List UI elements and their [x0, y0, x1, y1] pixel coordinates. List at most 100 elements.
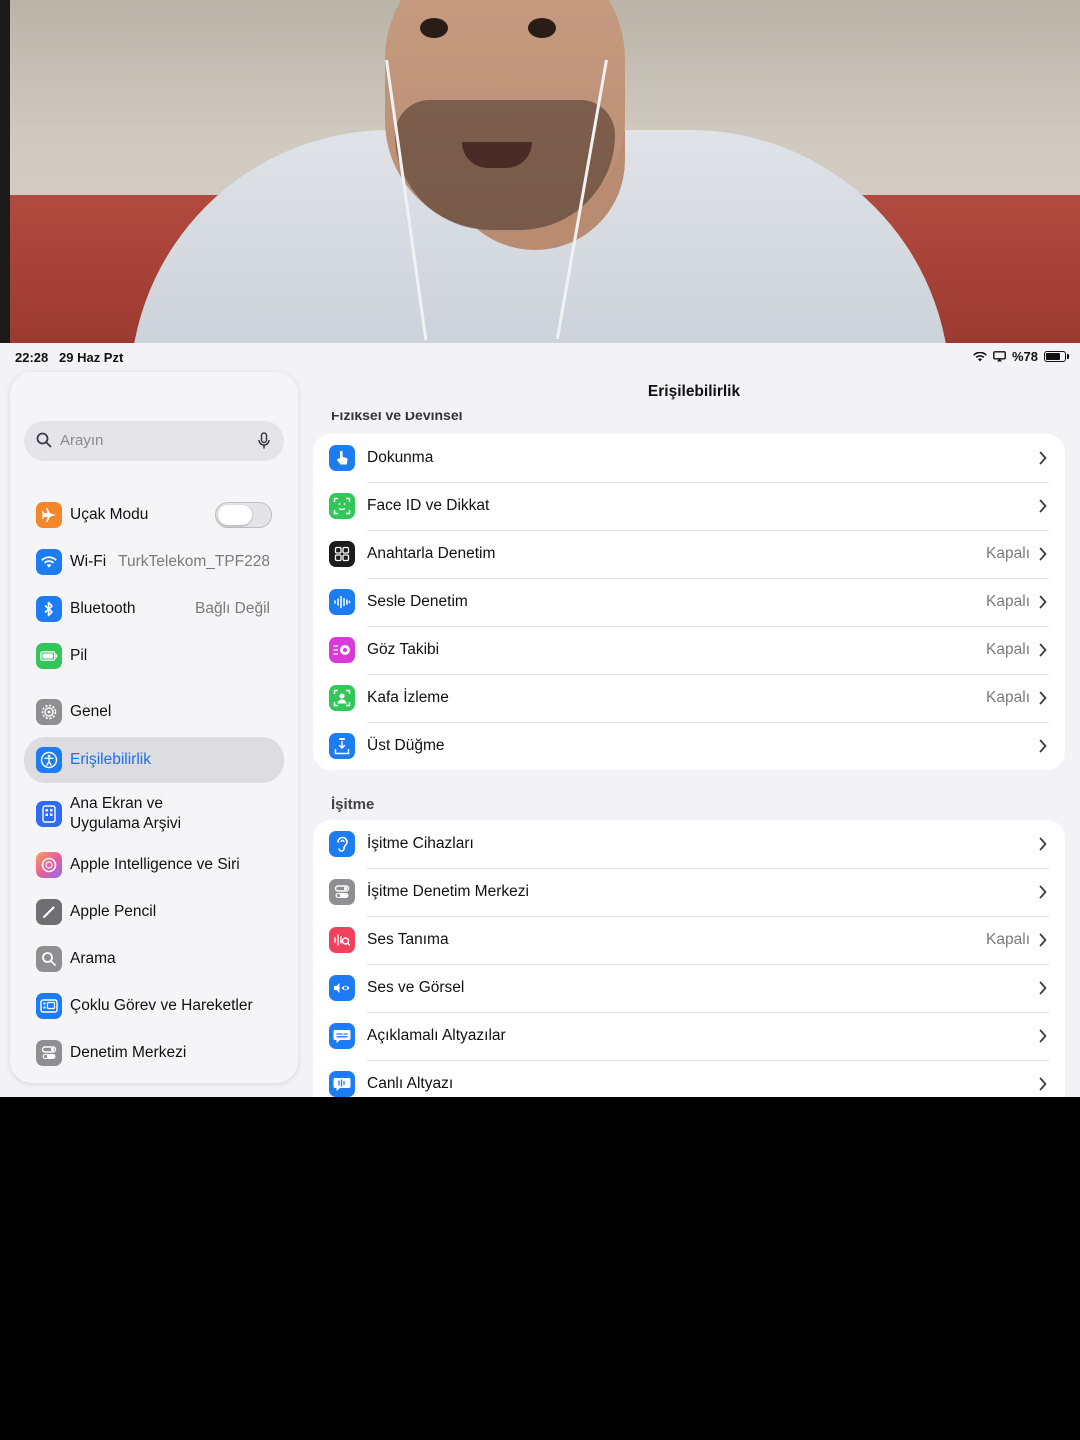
airplane-icon: [36, 502, 62, 528]
touch-icon: [329, 445, 355, 471]
row-touch[interactable]: Dokunma: [313, 434, 1065, 482]
sidebar: Arayın Uçak Modu Wi-Fi TurkTelekom_TPF22…: [10, 372, 298, 1083]
sidebar-item-label: Uçak Modu: [70, 506, 149, 523]
bluetooth-icon: [36, 596, 62, 622]
row-label: Dokunma: [367, 449, 434, 466]
row-eye-tracking[interactable]: Göz Takibi Kapalı: [313, 626, 1065, 674]
subtitles-icon: [329, 1023, 355, 1049]
sidebar-item-label: Bluetooth: [70, 600, 136, 617]
sidebar-item-label: Apple Pencil: [70, 903, 157, 920]
row-label: Sesle Denetim: [367, 593, 468, 610]
row-value: Kapalı: [986, 545, 1030, 562]
row-label: Anahtarla Denetim: [367, 545, 496, 562]
wifi-icon: [36, 549, 62, 575]
sidebar-item-label-line2: Uygulama Arşivi: [70, 815, 182, 832]
chevron-right-icon: [1039, 1077, 1047, 1091]
row-face-id[interactable]: Face ID ve Dikkat: [313, 482, 1065, 530]
audio-visual-icon: [329, 975, 355, 1001]
gear-icon: [36, 699, 62, 725]
row-hearing-devices[interactable]: İşitme Cihazları: [313, 820, 1065, 868]
row-top-button[interactable]: Üst Düğme: [313, 722, 1065, 770]
bluetooth-status: Bağlı Değil: [195, 600, 270, 617]
row-label: Açıklamalı Altyazılar: [367, 1027, 506, 1044]
sidebar-item-multitasking[interactable]: Çoklu Görev ve Hareketler: [24, 984, 284, 1028]
row-sound-recognition[interactable]: Ses Tanıma Kapalı: [313, 916, 1065, 964]
sidebar-item-control-center[interactable]: Denetim Merkezi: [24, 1031, 284, 1075]
sidebar-item-apple-intelligence[interactable]: Apple Intelligence ve Siri: [24, 843, 284, 887]
screen-mirroring-icon: [993, 351, 1006, 362]
microphone-icon[interactable]: [258, 432, 270, 450]
row-voice-control[interactable]: Sesle Denetim Kapalı: [313, 578, 1065, 626]
row-live-captions[interactable]: Canlı Altyazı: [313, 1060, 1065, 1097]
section-header-hearing: İşitme: [331, 796, 375, 813]
sidebar-item-label: Çoklu Görev ve Hareketler: [70, 997, 253, 1014]
search-icon: [36, 432, 52, 448]
status-time: 22:28: [15, 350, 49, 365]
sidebar-item-apple-pencil[interactable]: Apple Pencil: [24, 890, 284, 934]
sidebar-item-accessibility[interactable]: Erişilebilirlik: [24, 737, 284, 783]
home-screen-icon: [36, 801, 62, 827]
live-captions-icon: [329, 1071, 355, 1097]
sidebar-item-label: Erişilebilirlik: [70, 751, 151, 768]
hearing-group: İşitme Cihazları İşitme Denetim Merkezi …: [313, 820, 1065, 1097]
switch-control-icon: [329, 541, 355, 567]
row-label: Göz Takibi: [367, 641, 440, 658]
sidebar-item-general[interactable]: Genel: [24, 690, 284, 734]
sidebar-item-airplane-mode[interactable]: Uçak Modu: [24, 493, 284, 537]
row-head-tracking[interactable]: Kafa İzleme Kapalı: [313, 674, 1065, 722]
ipad-screen: 22:28 29 Haz Pzt %78 Arayın Uçak Modu Wi…: [0, 343, 1080, 1097]
status-date: 29 Haz Pzt: [59, 350, 124, 365]
sidebar-item-label: Ana Ekran ve: [70, 795, 164, 812]
sidebar-item-label: Genel: [70, 703, 112, 720]
voice-control-icon: [329, 589, 355, 615]
webcam-overlay: [0, 0, 1080, 343]
sidebar-item-label: Denetim Merkezi: [70, 1044, 187, 1061]
row-hearing-control-center[interactable]: İşitme Denetim Merkezi: [313, 868, 1065, 916]
section-header-physical: Fiziksel ve Devinsel: [331, 412, 463, 423]
chevron-right-icon: [1039, 451, 1047, 465]
row-label: Face ID ve Dikkat: [367, 497, 490, 514]
search-field[interactable]: Arayın: [24, 421, 284, 461]
head-tracking-icon: [329, 685, 355, 711]
row-label: İşitme Denetim Merkezi: [367, 883, 529, 900]
row-value: Kapalı: [986, 689, 1030, 706]
row-label: Üst Düğme: [367, 737, 445, 754]
battery-icon: [1044, 351, 1069, 362]
ear-icon: [329, 831, 355, 857]
sound-recognition-icon: [329, 927, 355, 953]
sidebar-item-label: Pil: [70, 647, 88, 664]
eye-tracking-icon: [329, 637, 355, 663]
row-switch-control[interactable]: Anahtarla Denetim Kapalı: [313, 530, 1065, 578]
row-label: Kafa İzleme: [367, 689, 449, 706]
row-label: Canlı Altyazı: [367, 1075, 454, 1092]
sidebar-item-wifi[interactable]: Wi-Fi TurkTelekom_TPF228: [24, 540, 284, 584]
chevron-right-icon: [1039, 643, 1047, 657]
sidebar-item-search[interactable]: Arama: [24, 937, 284, 981]
battery-icon: [36, 643, 62, 669]
row-value: Kapalı: [986, 593, 1030, 610]
sidebar-item-label: Arama: [70, 950, 116, 967]
control-center-icon: [36, 1040, 62, 1066]
row-value: Kapalı: [986, 641, 1030, 658]
airplane-mode-toggle[interactable]: [215, 502, 272, 528]
chevron-right-icon: [1039, 499, 1047, 513]
chevron-right-icon: [1039, 1029, 1047, 1043]
physical-motor-group: Dokunma Face ID ve Dikkat Anahtarla Dene…: [313, 434, 1065, 770]
chevron-right-icon: [1039, 837, 1047, 851]
sidebar-item-bluetooth[interactable]: Bluetooth Bağlı Değil: [24, 587, 284, 631]
row-value: Kapalı: [986, 931, 1030, 948]
sidebar-item-battery[interactable]: Pil: [24, 634, 284, 678]
row-subtitles[interactable]: Açıklamalı Altyazılar: [313, 1012, 1065, 1060]
chevron-right-icon: [1039, 595, 1047, 609]
hearing-control-icon: [329, 879, 355, 905]
chevron-right-icon: [1039, 547, 1047, 561]
siri-icon: [36, 852, 62, 878]
sidebar-item-label: Wi-Fi: [70, 553, 107, 570]
status-bar: 22:28 29 Haz Pzt %78: [0, 343, 1080, 371]
row-label: Ses ve Görsel: [367, 979, 465, 996]
battery-percent: %78: [1011, 349, 1038, 364]
row-audio-visual[interactable]: Ses ve Görsel: [313, 964, 1065, 1012]
wifi-status-icon: [973, 351, 987, 361]
chevron-right-icon: [1039, 933, 1047, 947]
sidebar-item-home-screen[interactable]: Ana Ekran ve Uygulama Arşivi: [24, 790, 284, 838]
